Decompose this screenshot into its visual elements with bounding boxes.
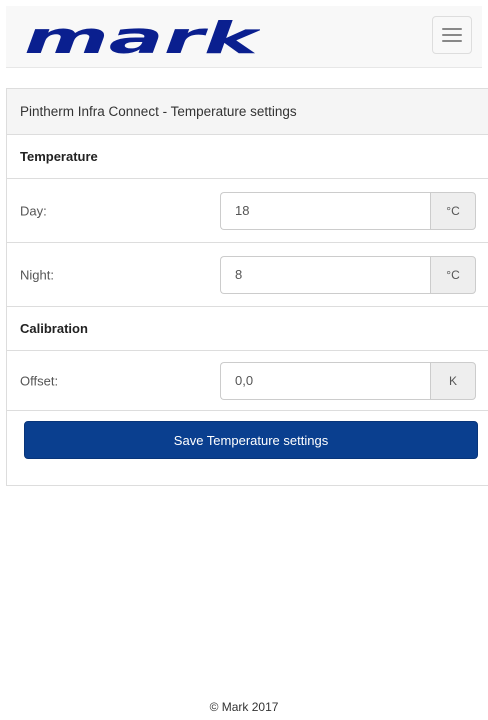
top-navbar: mark bbox=[6, 6, 482, 68]
save-row: Save Temperature settings bbox=[7, 411, 488, 471]
temperature-section-title: Temperature bbox=[7, 135, 488, 179]
offset-unit-addon: K bbox=[430, 361, 476, 400]
day-input-group: °C bbox=[220, 191, 476, 230]
panel-title: Pintherm Infra Connect - Temperature set… bbox=[7, 89, 488, 135]
night-input-group: °C bbox=[220, 255, 476, 294]
temperature-settings-panel: Pintherm Infra Connect - Temperature set… bbox=[6, 88, 488, 486]
day-row: Day: °C bbox=[7, 179, 488, 243]
logo-text: mark bbox=[24, 20, 260, 58]
offset-row: Offset: K bbox=[7, 351, 488, 411]
hamburger-menu-button[interactable] bbox=[432, 16, 472, 54]
offset-input-group: K bbox=[220, 361, 476, 400]
night-row: Night: °C bbox=[7, 243, 488, 307]
footer-copyright: © Mark 2017 bbox=[209, 700, 279, 714]
hamburger-icon bbox=[442, 28, 462, 30]
night-label: Night: bbox=[20, 267, 54, 282]
day-unit-addon: °C bbox=[430, 191, 476, 230]
offset-input[interactable] bbox=[220, 361, 430, 400]
night-temperature-input[interactable] bbox=[220, 255, 430, 294]
offset-label: Offset: bbox=[20, 373, 59, 388]
day-temperature-input[interactable] bbox=[220, 191, 430, 230]
calibration-section-title: Calibration bbox=[7, 307, 488, 351]
save-temperature-settings-button[interactable]: Save Temperature settings bbox=[24, 421, 478, 459]
day-label: Day: bbox=[20, 203, 47, 218]
mark-logo[interactable]: mark bbox=[24, 20, 260, 58]
night-unit-addon: °C bbox=[430, 255, 476, 294]
